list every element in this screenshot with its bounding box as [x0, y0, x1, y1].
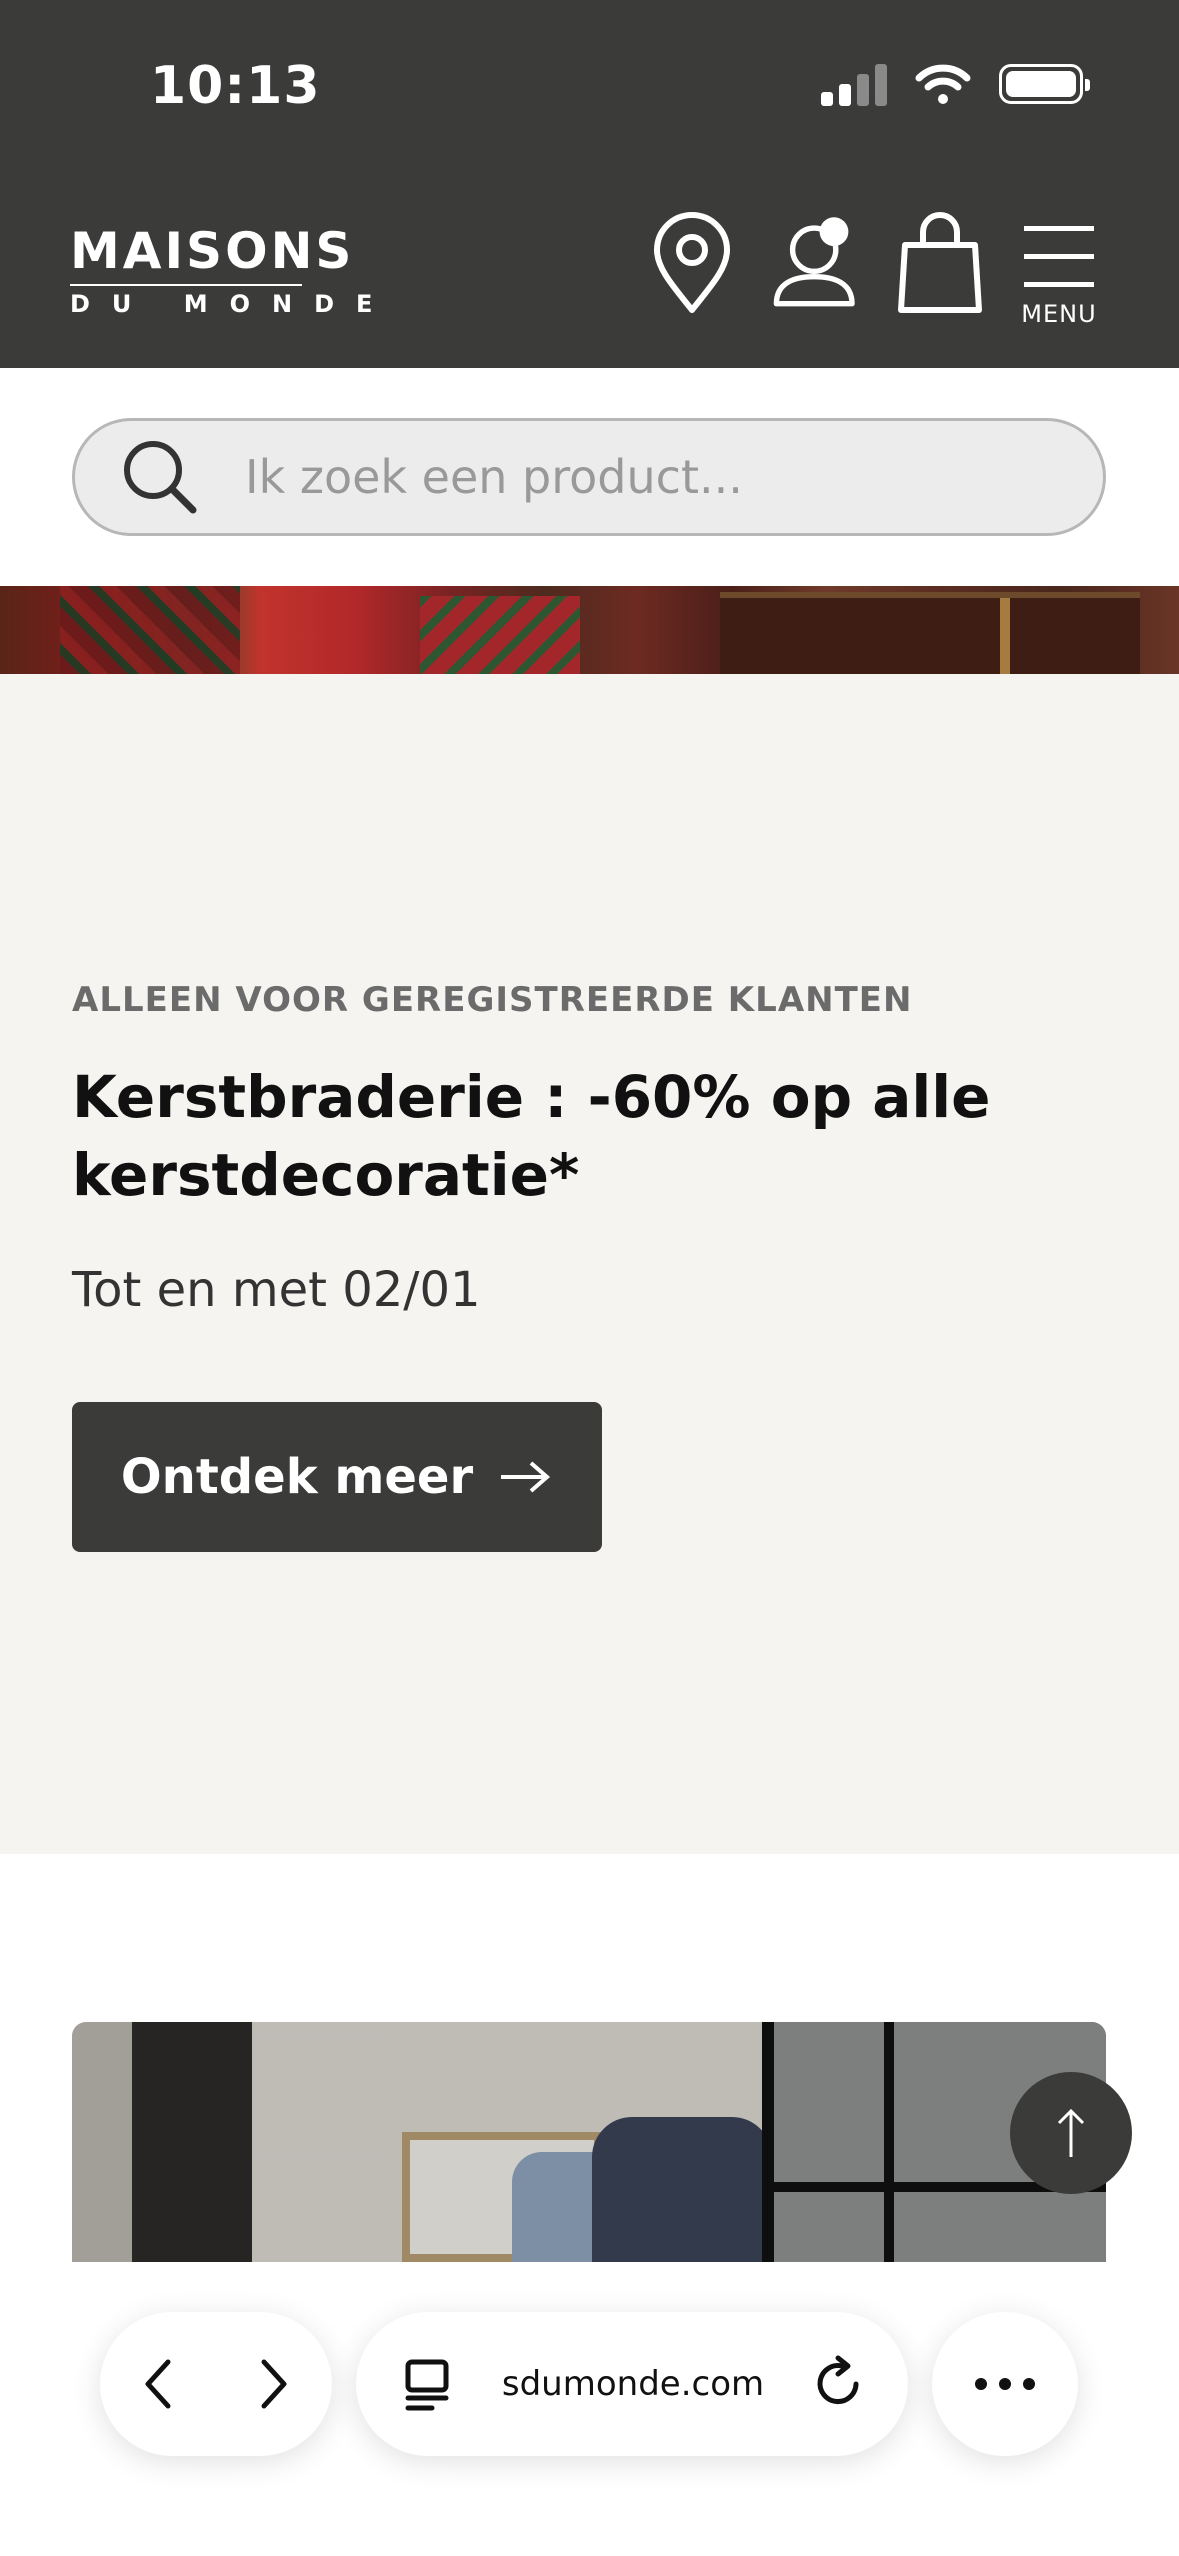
- search-input[interactable]: [245, 450, 1045, 504]
- christmas-banner-image[interactable]: [0, 586, 1179, 674]
- browser-toolbar: sdumonde.com: [0, 2262, 1179, 2556]
- account-icon: [773, 217, 855, 307]
- hamburger-menu-icon: [1024, 226, 1094, 287]
- scroll-to-top-button[interactable]: [1010, 2072, 1132, 2194]
- back-icon[interactable]: [138, 2354, 178, 2414]
- reload-icon[interactable]: [812, 2354, 868, 2414]
- cellular-signal-icon: [821, 62, 887, 106]
- map-pin-icon: [654, 212, 730, 313]
- interior-image-card[interactable]: [72, 2022, 1106, 2262]
- search-section: [0, 368, 1179, 586]
- address-bar[interactable]: sdumonde.com: [356, 2312, 908, 2456]
- arrow-up-icon: [1057, 2108, 1085, 2157]
- promo-eyebrow: ALLEEN VOOR GEREGISTREERDE KLANTEN: [72, 980, 913, 1020]
- cart-button[interactable]: [895, 210, 985, 320]
- discover-more-button[interactable]: Ontdek meer: [72, 1402, 602, 1552]
- arrow-right-icon: [501, 1461, 551, 1493]
- status-icons: [821, 62, 1090, 106]
- menu-label: MENU: [1021, 300, 1097, 328]
- navigation-pill: [100, 2312, 332, 2456]
- status-time: 10:13: [150, 56, 321, 116]
- top-header: 10:13 MAISONS DU MONDE MENU: [0, 0, 1179, 368]
- promo-title: Kerstbraderie : -60% op alle kerstdecora…: [72, 1063, 991, 1209]
- cta-label: Ontdek meer: [120, 1449, 474, 1505]
- header-actions: MENU: [647, 210, 1099, 330]
- shopping-bag-icon: [898, 212, 982, 313]
- menu-button[interactable]: MENU: [1019, 210, 1099, 330]
- more-icon: [975, 2378, 1035, 2390]
- store-locator-button[interactable]: [647, 210, 737, 320]
- forward-icon[interactable]: [254, 2354, 294, 2414]
- search-icon: [124, 441, 197, 514]
- search-bar[interactable]: [72, 418, 1106, 536]
- logo-divider: [70, 284, 302, 286]
- account-button[interactable]: [771, 210, 861, 320]
- battery-icon: [999, 64, 1090, 104]
- logo-text-bottom: DU MONDE: [70, 290, 395, 318]
- brand-logo[interactable]: MAISONS DU MONDE: [70, 226, 394, 316]
- promo-section: ALLEEN VOOR GEREGISTREERDE KLANTEN Kerst…: [0, 674, 1179, 1854]
- wifi-icon: [915, 64, 971, 104]
- promo-subtitle: Tot en met 02/01: [72, 1262, 481, 1318]
- logo-text-top: MAISONS: [70, 222, 355, 280]
- url-text: sdumonde.com: [501, 2364, 765, 2404]
- more-options-button[interactable]: [932, 2312, 1078, 2456]
- tabs-icon[interactable]: [402, 2354, 454, 2414]
